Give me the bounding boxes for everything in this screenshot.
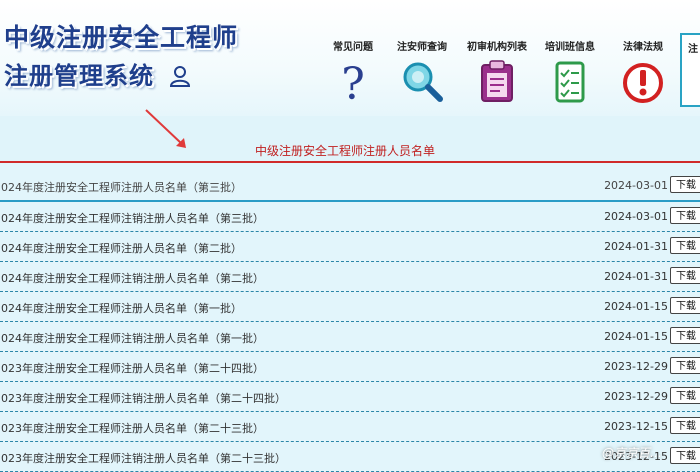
nav-registration-partial[interactable]: 注 [680,33,700,107]
list-item[interactable]: 2024年度注册安全工程师注销注册人员名单（第二批） 2024-01-31 下载 [0,262,700,292]
list-item-title[interactable]: 2023年度注册安全工程师注册人员名单（第二十三批） [0,420,264,436]
list-item[interactable]: 2024年度注册安全工程师注册人员名单（第三批） 2024-03-01 下载 [0,171,700,202]
list-item-date: 2023-12-29 [604,360,668,373]
download-button[interactable]: 下载 [670,447,700,464]
site-title-line2: 注册管理系统 [4,56,191,93]
list-item-date: 2023-12-15 [604,420,668,433]
list-item-date: 2024-01-31 [604,270,668,283]
svg-text:?: ? [341,59,365,105]
nav-laws[interactable]: 法律法规 [608,38,678,108]
nav-laws-label: 法律法规 [623,42,663,53]
nav-training-info[interactable]: 培训班信息 [535,38,605,108]
list-item-title[interactable]: 2023年度注册安全工程师注册人员名单（第二十四批） [0,360,264,376]
nav-faq-label: 常见问题 [333,42,373,53]
clipboard-icon [481,60,513,102]
list-title: 中级注册安全工程师注册人员名单 [0,142,700,159]
list-item-date: 2024-03-01 [604,179,668,192]
download-button[interactable]: 下载 [670,207,700,224]
list-item-title[interactable]: 2024年度注册安全工程师注册人员名单（第一批） [0,300,242,316]
list-item-date: 2024-01-31 [604,240,668,253]
list-item-date: 2024-01-15 [604,300,668,313]
download-button[interactable]: 下载 [670,176,700,193]
list-item-title[interactable]: 2024年度注册安全工程师注册人员名单（第二批） [0,240,242,256]
download-button[interactable]: 下载 [670,297,700,314]
nav-engineer-search-label: 注安师查询 [397,42,447,53]
list-item[interactable]: 2024年度注册安全工程师注册人员名单（第一批） 2024-01-15 下载 [0,292,700,322]
nav-review-agencies-label: 初审机构列表 [467,42,527,53]
list-item[interactable]: 2023年度注册安全工程师注册人员名单（第二十四批） 2023-12-29 下载 [0,352,700,382]
list-item-date: 2024-03-01 [604,210,668,223]
download-button[interactable]: 下载 [670,417,700,434]
list-title-text: 中级注册安全工程师注册人员名单 [254,144,435,158]
nav-registration-partial-label: 注 [688,44,698,55]
download-button[interactable]: 下载 [670,237,700,254]
download-button[interactable]: 下载 [670,267,700,284]
site-title-line1: 中级注册安全工程师 [4,23,239,52]
list-item[interactable]: 2023年度注册安全工程师注册人员名单（第二十三批） 2023-12-15 下载 [0,412,700,442]
list-item-date: 2023-12-29 [604,390,668,403]
list-item-date: 2024-01-15 [604,330,668,343]
list-item[interactable]: 2024年度注册安全工程师注销注册人员名单（第一批） 2024-01-15 下载 [0,322,700,352]
site-header: 中级注册安全工程师 注册管理系统 常见问题 ? 注安师查询 初审机构列表 培训班… [0,0,700,116]
magnifier-icon [403,62,443,102]
list-item[interactable]: 2023年度注册安全工程师注销注册人员名单（第二十三批） 2023-12-15 … [0,442,700,472]
site-title-line2-text: 注册管理系统 [4,62,154,90]
list-item[interactable]: 2023年度注册安全工程师注销注册人员名单（第二十四批） 2023-12-29 … [0,382,700,412]
list-item[interactable]: 2024年度注册安全工程师注销注册人员名单（第三批） 2024-03-01 下载 [0,202,700,232]
list-item-title[interactable]: 2023年度注册安全工程师注销注册人员名单（第二十三批） [0,450,286,466]
watermark: @京京百… [602,446,663,460]
download-button[interactable]: 下载 [670,357,700,374]
exclamation-icon [623,63,663,103]
download-button[interactable]: 下载 [670,387,700,404]
title-divider [0,161,700,163]
download-button[interactable]: 下载 [670,327,700,344]
checklist-icon [555,61,585,103]
registrant-list: 2024年度注册安全工程师注册人员名单（第三批） 2024-03-01 下载 2… [0,171,700,472]
nav-engineer-search[interactable]: 注安师查询 [387,38,457,108]
list-item-title[interactable]: 2024年度注册安全工程师注册人员名单（第三批） [0,179,242,195]
nav-faq[interactable]: 常见问题 ? [318,38,388,110]
list-item-title[interactable]: 2024年度注册安全工程师注销注册人员名单（第二批） [0,270,264,286]
nav-review-agencies[interactable]: 初审机构列表 [462,38,532,108]
nav-training-info-label: 培训班信息 [545,42,595,53]
list-item-title[interactable]: 2024年度注册安全工程师注销注册人员名单（第三批） [0,210,264,226]
list-item-title[interactable]: 2023年度注册安全工程师注销注册人员名单（第二十四批） [0,390,286,406]
user-icon [169,65,191,93]
list-item[interactable]: 2024年度注册安全工程师注册人员名单（第二批） 2024-01-31 下载 [0,232,700,262]
list-item-title[interactable]: 2024年度注册安全工程师注销注册人员名单（第一批） [0,330,264,346]
question-mark-icon: ? [341,59,365,110]
